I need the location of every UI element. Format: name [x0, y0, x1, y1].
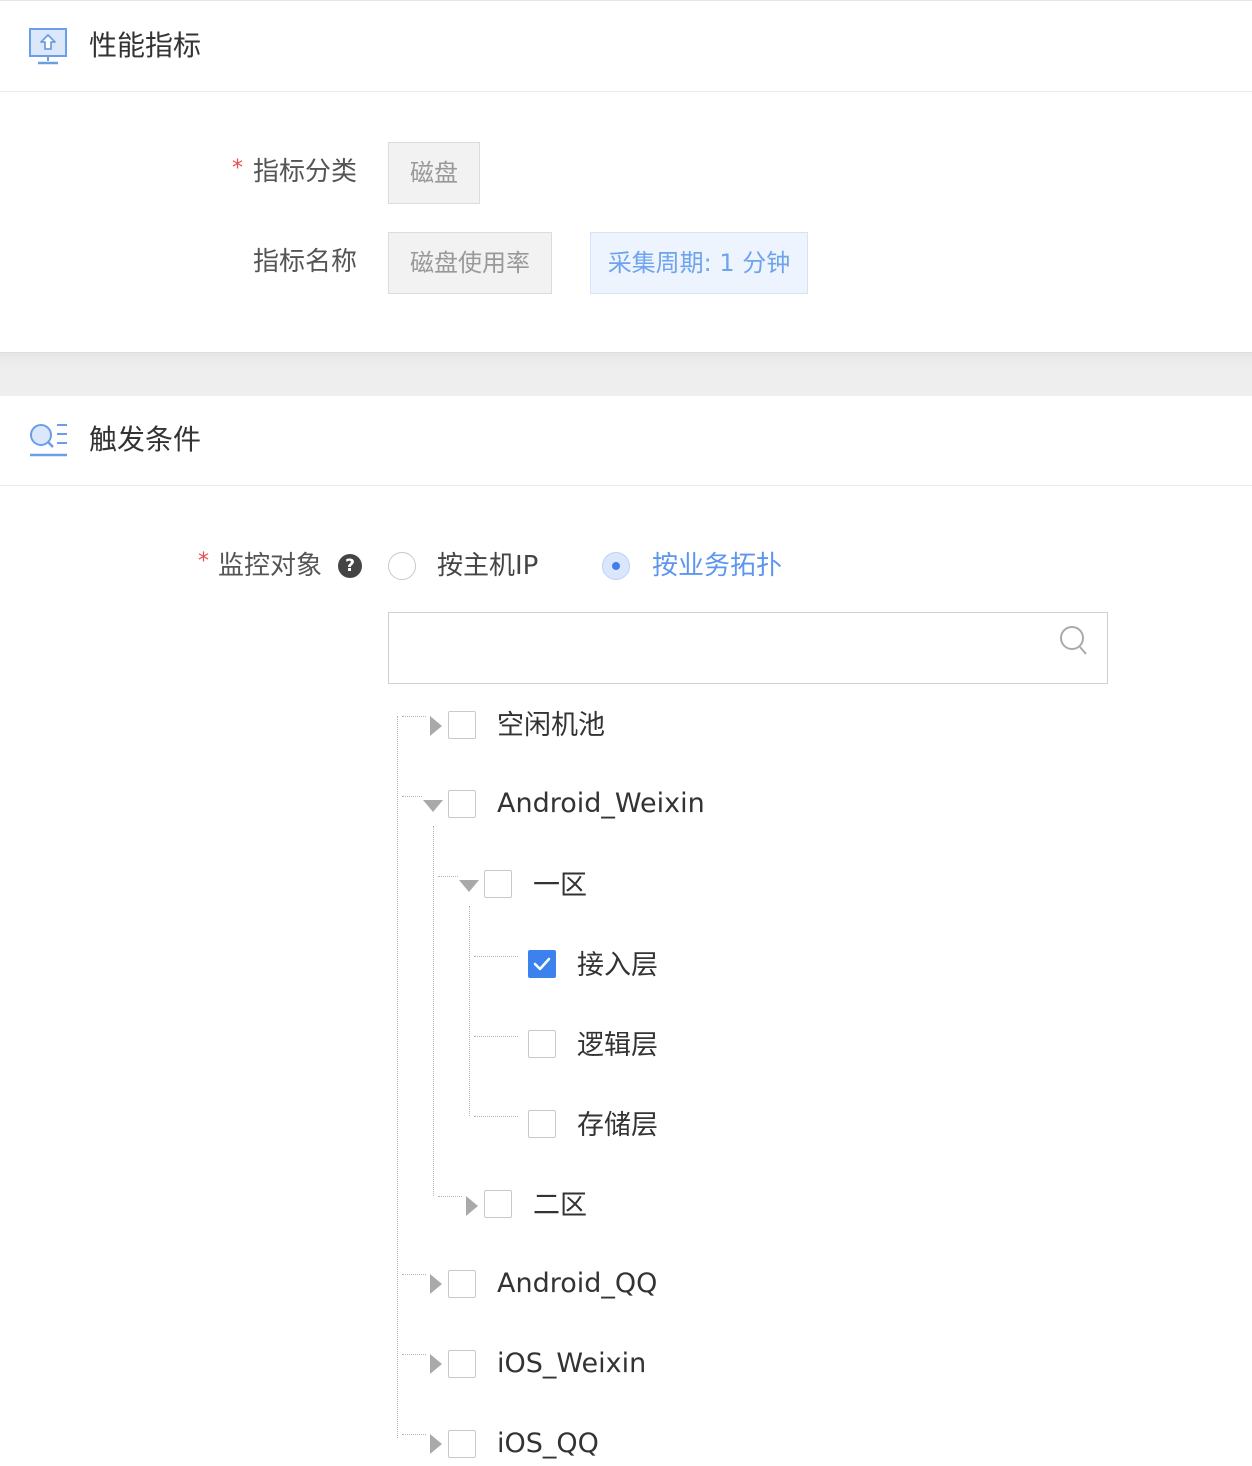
monitor-upload-icon — [29, 28, 67, 65]
metric-category-value: 磁盘 — [388, 142, 480, 204]
tree-checkbox-zone-2[interactable] — [484, 1190, 512, 1218]
tree-connector — [474, 1036, 518, 1037]
expand-arrow-icon[interactable] — [466, 1196, 478, 1216]
trigger-section-title: 触发条件 — [89, 423, 202, 456]
tree-connector — [402, 1354, 426, 1355]
tree-connector — [438, 876, 458, 877]
tree-connector — [469, 906, 470, 1116]
tree-connector — [402, 796, 422, 797]
tree-checkbox-zone-1[interactable] — [484, 870, 512, 898]
tree-connector — [474, 956, 518, 957]
expand-arrow-icon[interactable] — [430, 1354, 442, 1374]
monitor-target-label: 监控对象 — [218, 551, 323, 581]
required-mark: * — [232, 156, 243, 181]
tree-checkbox-android-weixin[interactable] — [448, 790, 476, 818]
collapse-arrow-icon[interactable] — [459, 880, 479, 892]
check-icon — [533, 957, 551, 971]
page: 性能指标 * 指标分类 磁盘 指标名称 磁盘使用率 采集周期: 1 分钟 触发条… — [0, 0, 1252, 1466]
tree-connector — [402, 1274, 426, 1275]
metric-section-header: 性能指标 — [0, 1, 1252, 92]
collapse-arrow-icon[interactable] — [423, 800, 443, 812]
radio-by-topology[interactable] — [602, 552, 630, 580]
tree-node-label[interactable]: iOS_QQ — [497, 1426, 599, 1462]
tree-connector — [402, 716, 426, 717]
tree-checkbox-ios-weixin[interactable] — [448, 1350, 476, 1378]
tree-node-label[interactable]: 逻辑层 — [577, 1028, 658, 1064]
section-divider — [0, 352, 1252, 396]
tree-node-label[interactable]: 二区 — [533, 1188, 587, 1224]
search-list-icon — [30, 424, 67, 457]
tree-node-label[interactable]: 接入层 — [577, 948, 658, 984]
tree-connector — [402, 1434, 426, 1435]
tree-checkbox-idle-pool[interactable] — [448, 711, 476, 739]
tree-checkbox-logic-layer[interactable] — [528, 1030, 556, 1058]
tree-node-label[interactable]: 存储层 — [577, 1108, 658, 1144]
radio-by-host-ip[interactable] — [388, 552, 416, 580]
tree-node-label[interactable]: 一区 — [533, 868, 587, 904]
collect-period-tag: 采集周期: 1 分钟 — [590, 232, 808, 294]
expand-arrow-icon[interactable] — [430, 1274, 442, 1294]
tree-checkbox-storage-layer[interactable] — [528, 1110, 556, 1138]
tree-node-label[interactable]: iOS_Weixin — [497, 1346, 646, 1382]
metric-category-label: 指标分类 — [253, 157, 358, 187]
tree-connector — [474, 1116, 518, 1117]
expand-arrow-icon[interactable] — [430, 1434, 442, 1454]
trigger-section-header: 触发条件 — [0, 395, 1252, 486]
tree-checkbox-access-layer[interactable] — [528, 950, 556, 978]
topology-search-box — [388, 612, 1108, 684]
metric-name-label: 指标名称 — [253, 247, 358, 277]
expand-arrow-icon[interactable] — [430, 716, 442, 736]
tree-checkbox-ios-qq[interactable] — [448, 1430, 476, 1458]
help-icon[interactable]: ? — [338, 554, 362, 578]
metric-section-title: 性能指标 — [89, 29, 202, 62]
tree-node-label[interactable]: 空闲机池 — [497, 708, 605, 744]
search-icon[interactable] — [1058, 624, 1090, 658]
tree-connector — [433, 826, 434, 1196]
tree-node-label[interactable]: Android_QQ — [497, 1266, 657, 1302]
tree-checkbox-android-qq[interactable] — [448, 1270, 476, 1298]
radio-by-host-ip-label[interactable]: 按主机IP — [437, 548, 538, 584]
metric-name-value: 磁盘使用率 — [388, 232, 552, 294]
tree-node-label[interactable]: Android_Weixin — [497, 786, 705, 822]
radio-by-topology-label[interactable]: 按业务拓扑 — [652, 548, 782, 584]
tree-connector — [438, 1196, 462, 1197]
required-mark: * — [198, 549, 209, 574]
topology-search-input[interactable] — [389, 613, 1049, 683]
tree-connector — [397, 716, 398, 1438]
